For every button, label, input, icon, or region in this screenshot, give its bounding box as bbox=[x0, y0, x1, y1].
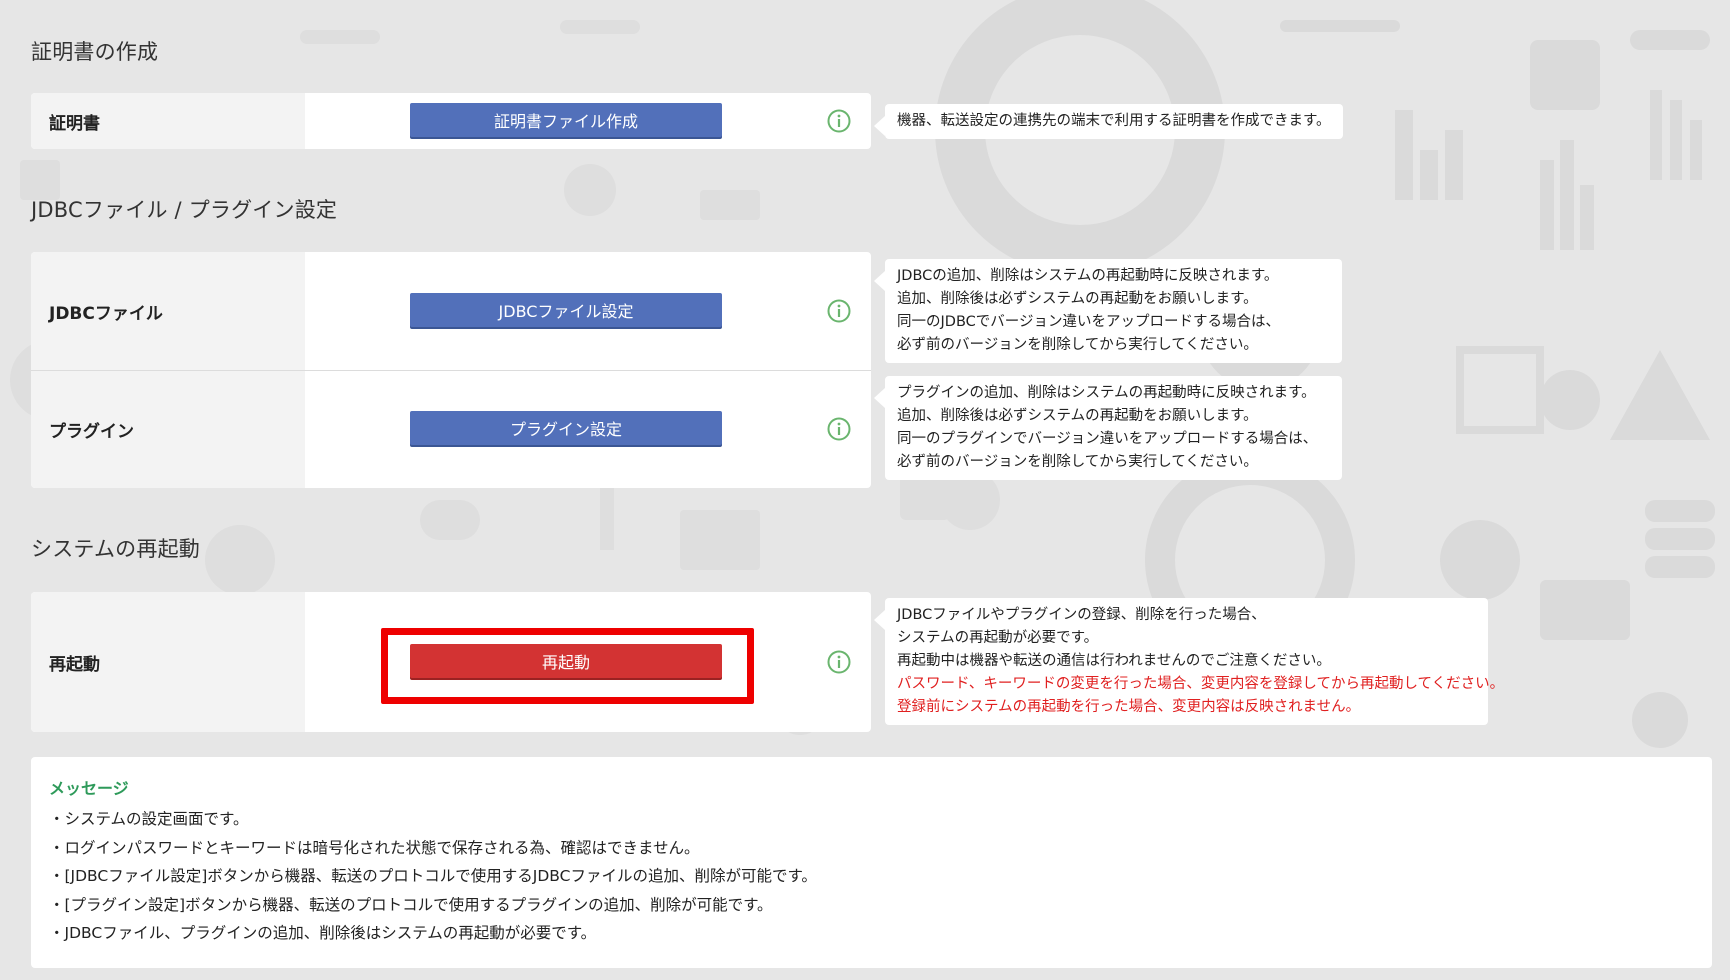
tooltip-line: 機器、転送設定の連携先の端末で利用する証明書を作成できます。 bbox=[897, 113, 1331, 129]
message-title: メッセージ bbox=[49, 779, 129, 798]
plugin-row-label: プラグイン bbox=[31, 371, 305, 488]
certificate-panel: 証明書 証明書ファイル作成 bbox=[31, 93, 871, 149]
message-item: ・[JDBCファイル設定]ボタンから機器、転送のプロトコルで使用するJDBCファ… bbox=[49, 867, 817, 885]
certificate-row-action: 証明書ファイル作成 bbox=[305, 93, 871, 149]
jdbc-file-row-label: JDBCファイル bbox=[31, 252, 305, 370]
info-icon[interactable] bbox=[827, 417, 851, 441]
certificate-row: 証明書 証明書ファイル作成 bbox=[31, 93, 871, 149]
restart-row: 再起動 再起動 bbox=[31, 592, 871, 732]
info-icon[interactable] bbox=[827, 299, 851, 323]
tooltip-line: 同一のJDBCでバージョン違いをアップロードする場合は、 bbox=[897, 314, 1280, 330]
plugin-settings-button[interactable]: プラグイン設定 bbox=[410, 411, 722, 445]
tooltip-line: 追加、削除後は必ずシステムの再起動をお願いします。 bbox=[897, 408, 1258, 424]
tooltip-line: 再起動中は機器や転送の通信は行われませんのでご注意ください。 bbox=[897, 653, 1331, 669]
certificate-row-label: 証明書 bbox=[31, 93, 305, 149]
jdbc-file-info-tooltip: JDBCの追加、削除はシステムの再起動時に反映されます。 追加、削除後は必ずシス… bbox=[874, 259, 1342, 363]
section-title-certificate: 証明書の作成 bbox=[31, 40, 159, 64]
certificate-info-tooltip: 機器、転送設定の連携先の端末で利用する証明書を作成できます。 bbox=[874, 104, 1343, 139]
message-item: ・システムの設定画面です。 bbox=[49, 810, 249, 828]
tooltip-line: 同一のプラグインでバージョン違いをアップロードする場合は、 bbox=[897, 431, 1318, 447]
plugin-row: プラグイン プラグイン設定 bbox=[31, 370, 871, 488]
restart-info-tooltip: JDBCファイルやプラグインの登録、削除を行った場合、 システムの再起動が必要で… bbox=[874, 598, 1505, 725]
create-certificate-file-button[interactable]: 証明書ファイル作成 bbox=[410, 103, 722, 137]
restart-row-action: 再起動 bbox=[305, 592, 871, 732]
plugin-info-tooltip: プラグインの追加、削除はシステムの再起動時に反映されます。 追加、削除後は必ずシ… bbox=[874, 376, 1342, 480]
tooltip-warning-line: 登録前にシステムの再起動を行った場合、変更内容は反映されません。 bbox=[897, 699, 1361, 715]
jdbc-file-row: JDBCファイル JDBCファイル設定 bbox=[31, 252, 871, 370]
info-icon[interactable] bbox=[827, 650, 851, 674]
info-icon[interactable] bbox=[827, 109, 851, 133]
jdbc-file-settings-button[interactable]: JDBCファイル設定 bbox=[410, 293, 722, 327]
settings-page: 証明書の作成 証明書 証明書ファイル作成 機器、転送設定の連携先の端末で利用する… bbox=[0, 0, 1730, 980]
tooltip-warning-line: パスワード、キーワードの変更を行った場合、変更内容を登録してから再起動してくださ… bbox=[897, 676, 1505, 692]
jdbc-file-row-action: JDBCファイル設定 bbox=[305, 252, 871, 370]
plugin-row-action: プラグイン設定 bbox=[305, 371, 871, 488]
tooltip-line: JDBCファイルやプラグインの登録、削除を行った場合、 bbox=[897, 607, 1266, 623]
section-title-jdbc-plugin: JDBCファイル / プラグイン設定 bbox=[31, 198, 338, 222]
tooltip-line: 必ず前のバージョンを削除してから実行してください。 bbox=[897, 454, 1258, 470]
tooltip-line: JDBCの追加、削除はシステムの再起動時に反映されます。 bbox=[897, 268, 1279, 284]
jdbc-plugin-panel: JDBCファイル JDBCファイル設定 プラグイン プラグイン設定 bbox=[31, 252, 871, 488]
tooltip-line: プラグインの追加、削除はシステムの再起動時に反映されます。 bbox=[897, 385, 1316, 401]
restart-row-label: 再起動 bbox=[31, 592, 305, 732]
message-box: メッセージ ・システムの設定画面です。 ・ログインパスワードとキーワードは暗号化… bbox=[31, 757, 1712, 968]
section-title-restart: システムの再起動 bbox=[31, 537, 200, 561]
message-item: ・[プラグイン設定]ボタンから機器、転送のプロトコルで使用するプラグインの追加、… bbox=[49, 895, 773, 914]
tooltip-line: システムの再起動が必要です。 bbox=[897, 630, 1099, 646]
restart-button[interactable]: 再起動 bbox=[410, 644, 722, 678]
message-item: ・JDBCファイル、プラグインの追加、削除後はシステムの再起動が必要です。 bbox=[49, 924, 597, 942]
tooltip-line: 必ず前のバージョンを削除してから実行してください。 bbox=[897, 337, 1258, 353]
tooltip-line: 追加、削除後は必ずシステムの再起動をお願いします。 bbox=[897, 291, 1258, 307]
restart-panel: 再起動 再起動 bbox=[31, 592, 871, 732]
message-item: ・ログインパスワードとキーワードは暗号化された状態で保存される為、確認はできませ… bbox=[49, 838, 700, 857]
